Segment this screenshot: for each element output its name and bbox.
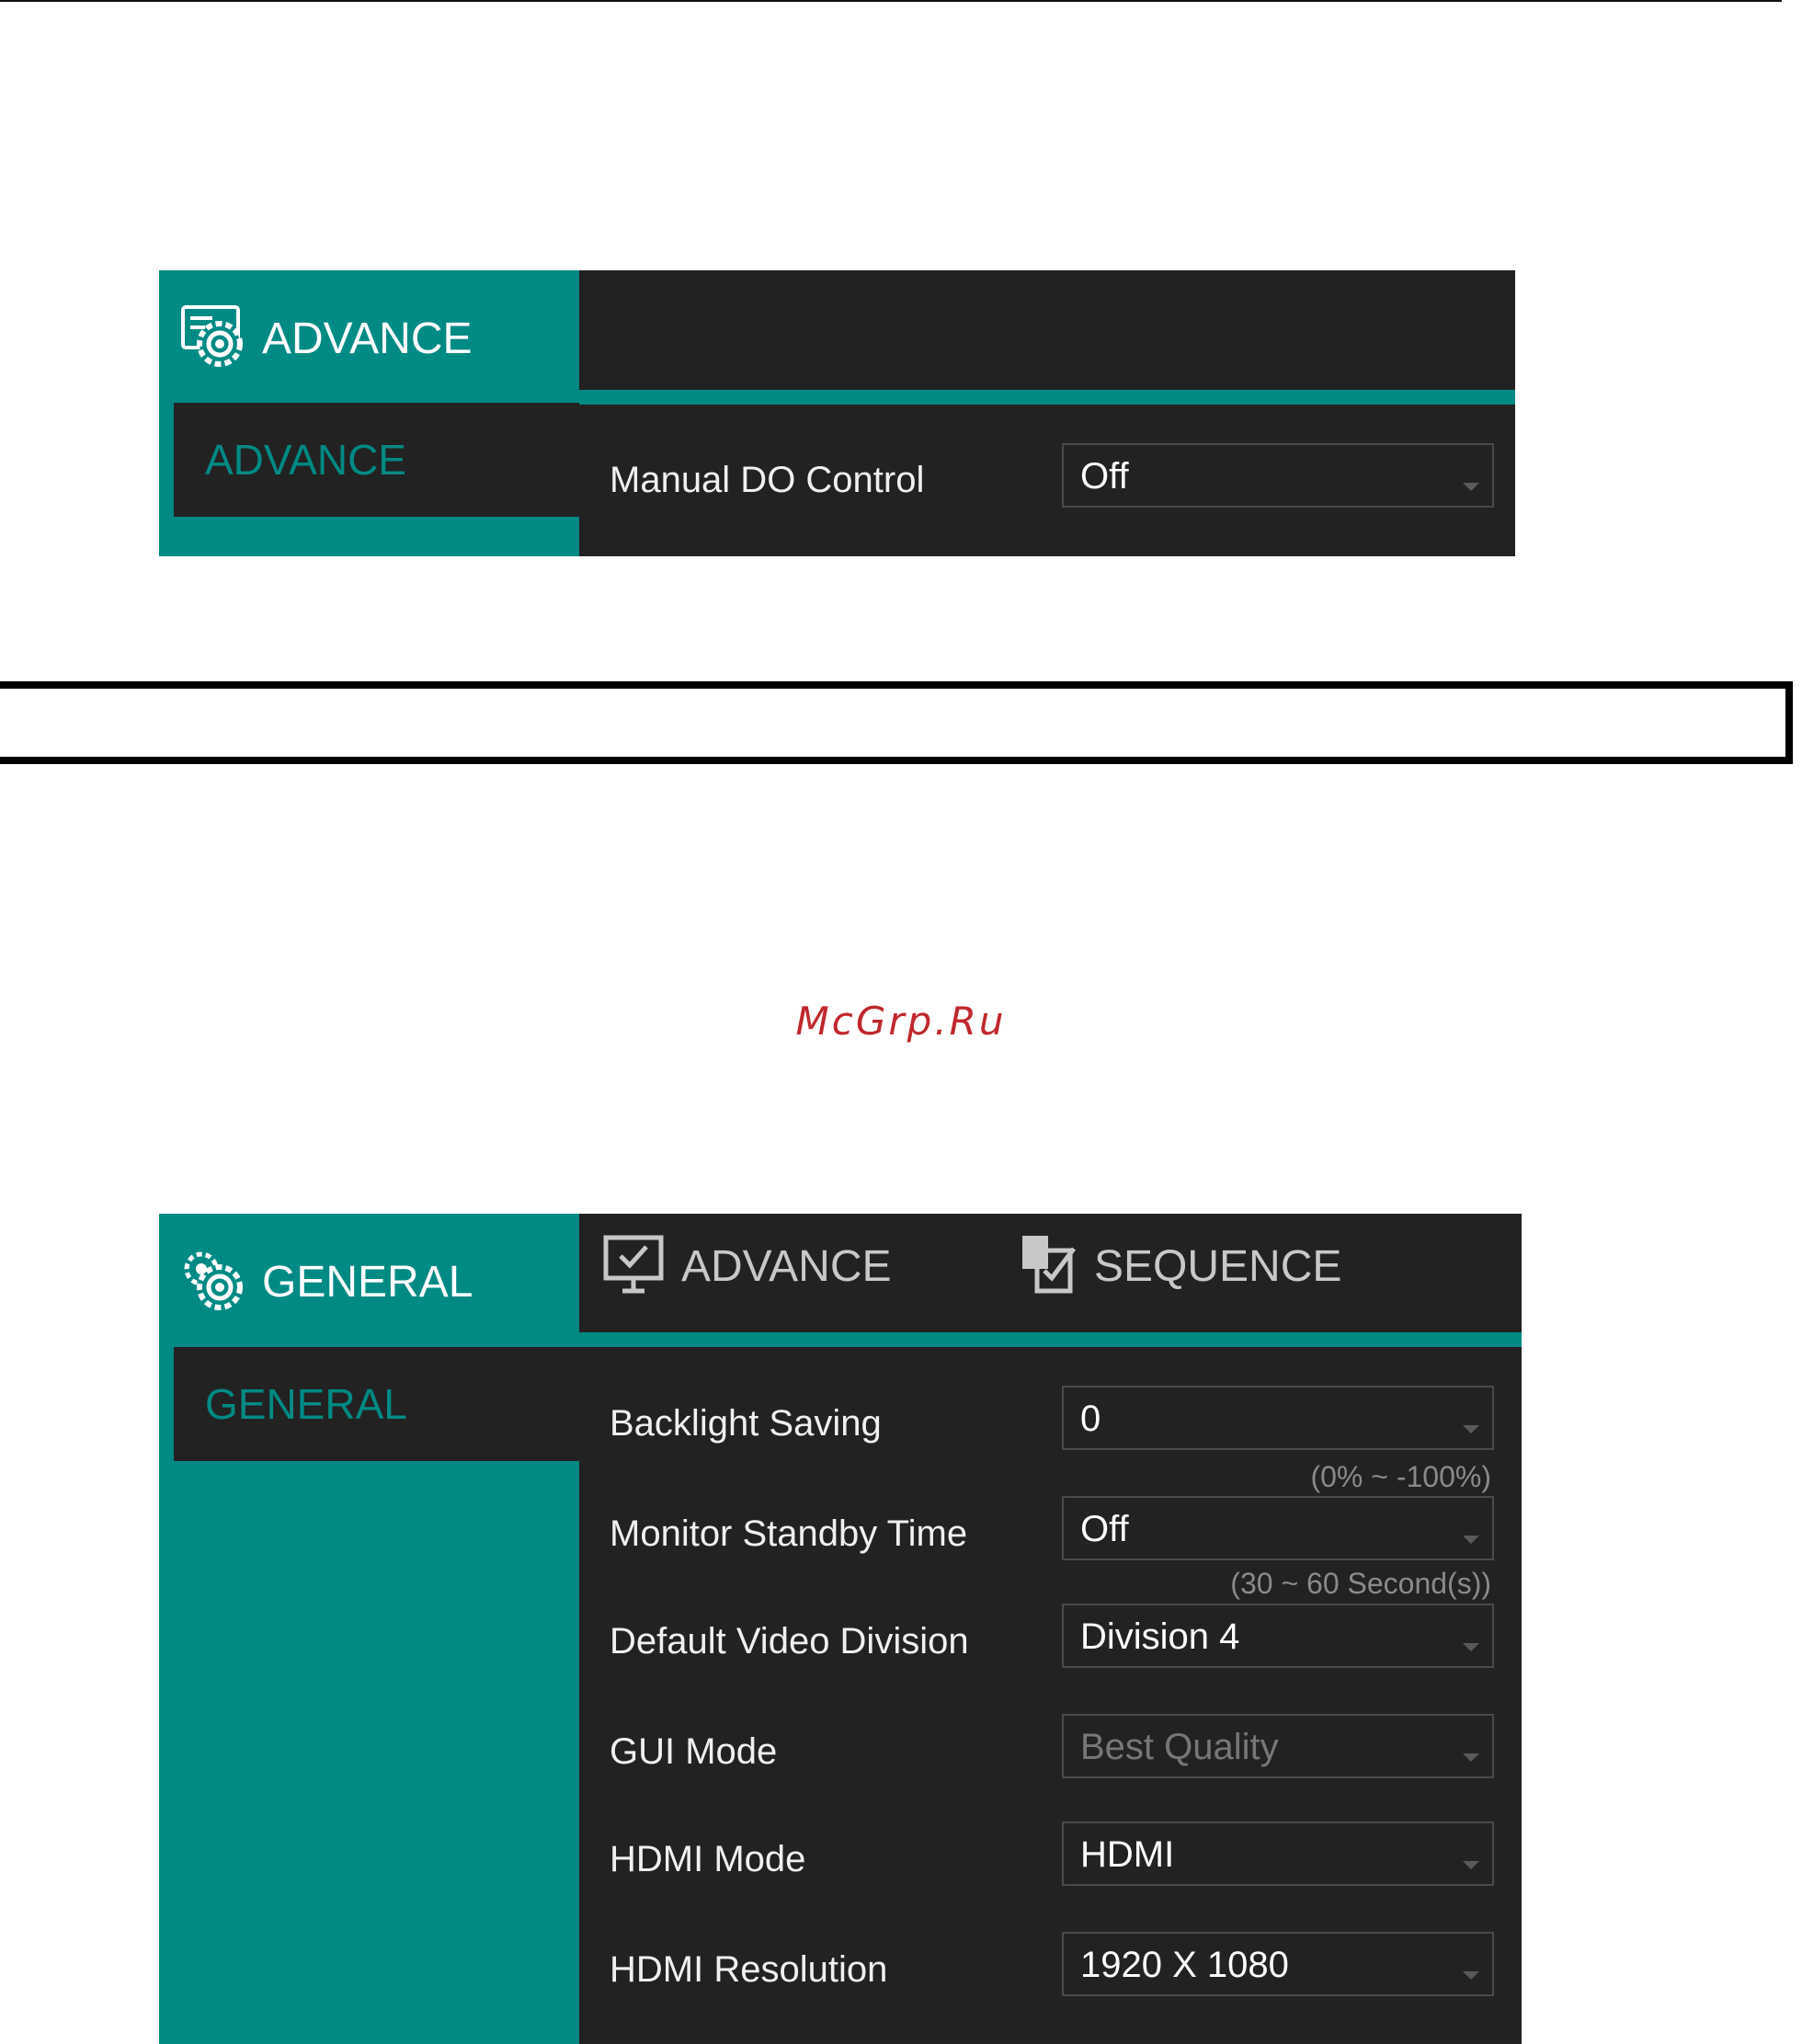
top-rule [0,0,1782,2]
select-value: Off [1080,1509,1129,1549]
gear-icon [184,1251,243,1310]
tab-label: SEQUENCE [1094,1242,1342,1291]
sidebar-item-advance[interactable]: ADVANCE [174,403,579,517]
hdmi-mode-label: HDMI Mode [610,1839,806,1879]
select-value: HDMI [1080,1834,1175,1875]
hdmi-resolution-select[interactable]: 1920 X 1080 [1062,1932,1494,1996]
sidebar-header[interactable]: ADVANCE [159,270,579,404]
gui-mode-select: Best Quality [1062,1714,1494,1778]
sidebar-header[interactable]: GENERAL [159,1214,579,1347]
backlight-saving-range-hint: (0% ~ -100%) [1310,1460,1491,1493]
sidebar-title: GENERAL [262,1258,473,1307]
default-video-division-select[interactable]: Division 4 [1062,1604,1494,1668]
tab-bar [579,270,1515,390]
tab-advance[interactable]: ADVANCE [602,1214,892,1333]
tab-label: ADVANCE [681,1242,892,1291]
monitor-standby-time-label: Monitor Standby Time [610,1513,968,1554]
select-value: Off [1080,456,1129,497]
chevron-down-icon [1463,1753,1479,1762]
chevron-down-icon [1463,483,1479,491]
sidebar-item-label: ADVANCE [205,436,406,484]
chevron-down-icon [1463,1861,1479,1869]
chevron-down-icon [1463,1971,1479,1980]
default-video-division-label: Default Video Division [610,1621,969,1661]
tab-sequence[interactable]: SEQUENCE [1019,1214,1341,1333]
backlight-saving-label: Backlight Saving [610,1403,882,1444]
chevron-down-icon [1463,1425,1479,1433]
monitor-standby-time-select[interactable]: Off [1062,1496,1494,1560]
advance-settings-panel: ADVANCE ADVANCE Manual DO Control Off [159,270,1515,556]
sidebar-item-label: GENERAL [205,1380,407,1428]
monitor-check-icon [603,1235,664,1294]
chevron-down-icon [1463,1536,1479,1544]
tab-accent-bar [579,1332,1522,1347]
sequence-icon [1022,1236,1076,1294]
manual-do-control-select[interactable]: Off [1062,443,1494,508]
empty-frame [0,681,1793,764]
select-value: 1920 X 1080 [1080,1945,1289,1985]
select-value: 0 [1080,1399,1101,1439]
sidebar-item-general[interactable]: GENERAL [174,1347,579,1461]
select-value: Division 4 [1080,1616,1240,1657]
gui-mode-label: GUI Mode [610,1731,778,1772]
chevron-down-icon [1463,1643,1479,1651]
watermark: McGrp.Ru [795,999,1007,1044]
sidebar-title: ADVANCE [262,314,473,363]
select-value: Best Quality [1080,1727,1279,1767]
backlight-saving-select[interactable]: 0 [1062,1386,1494,1450]
settings-gear-icon [181,305,243,367]
tab-accent-bar [579,390,1515,405]
hdmi-mode-select[interactable]: HDMI [1062,1821,1494,1886]
general-settings-panel: GENERAL GENERAL ADVANCE SEQUENCE Backlig… [159,1214,1522,2044]
manual-do-control-label: Manual DO Control [610,460,925,500]
monitor-standby-range-hint: (30 ~ 60 Second(s)) [1230,1567,1491,1600]
hdmi-resolution-label: HDMI Resolution [610,1949,888,1990]
